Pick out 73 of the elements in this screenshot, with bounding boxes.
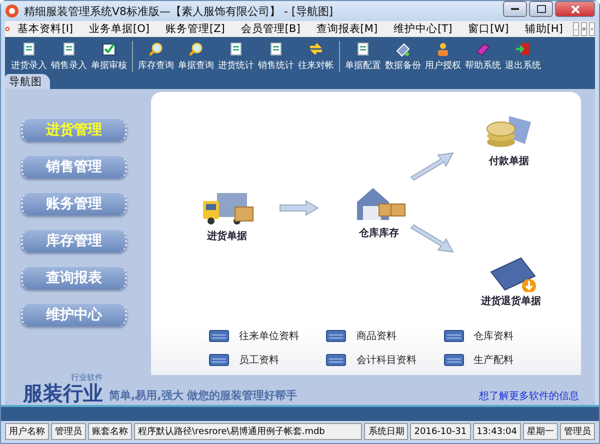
toolbar-button[interactable]: 退出系统	[503, 41, 543, 72]
menu-item[interactable]: 维护中心[T]	[386, 22, 460, 36]
table-icon[interactable]	[326, 330, 346, 342]
navigation-tab[interactable]: 导航图	[5, 74, 50, 89]
menu-item[interactable]: 账务管理[Z]	[158, 22, 233, 36]
menu-item[interactable]: 业务单据[O]	[81, 22, 158, 36]
app-logo-icon	[5, 4, 19, 18]
toolbar-button[interactable]: 单据审核	[89, 41, 129, 72]
toolbar-button[interactable]: 库存查询	[136, 41, 176, 72]
doc-icon	[355, 41, 371, 57]
doc-icon	[228, 41, 244, 57]
search-icon	[188, 41, 204, 57]
maximize-icon	[536, 5, 546, 13]
toolbar-button[interactable]: 数据备份	[383, 41, 423, 72]
info-link[interactable]: 想了解更多软件的信息	[479, 389, 579, 403]
link[interactable]: 商品资料	[356, 329, 396, 343]
link[interactable]: 生产配料	[474, 353, 514, 367]
menu-item[interactable]: 查询报表[M]	[308, 22, 386, 36]
arrow-icon	[279, 200, 319, 216]
diagram-label[interactable]: 进货单据	[207, 229, 247, 243]
status-cell: 账套名称	[88, 423, 132, 440]
toolbar-button[interactable]: 销售统计	[256, 41, 296, 72]
doc-icon	[21, 41, 37, 57]
swap-icon	[308, 41, 324, 57]
toolbar-button[interactable]: 单据查询	[176, 41, 216, 72]
toolbar-button[interactable]: 进货录入	[9, 41, 49, 72]
toolbar-button[interactable]: 用户授权	[423, 41, 463, 72]
status-cell: 程序默认路径\resrore\易博通用例子帐套.mdb	[134, 423, 362, 440]
toolbar-button[interactable]: 单据配置	[343, 41, 383, 72]
toolbar-button[interactable]: 销售录入	[49, 41, 89, 72]
close-icon	[570, 4, 580, 14]
table-icon[interactable]	[209, 330, 229, 342]
user-icon	[435, 41, 451, 57]
minimize-button[interactable]	[503, 1, 527, 17]
menu-item[interactable]: 窗口[W]	[460, 22, 517, 36]
diagram-label[interactable]: 进货退货单据	[481, 294, 541, 308]
status-cell: 管理员	[560, 423, 595, 440]
status-cell: 13:43:04	[472, 423, 521, 440]
window-title: 精细服装管理系统V8标准版—【素人服饰有限公司】 - [导航图]	[24, 4, 334, 18]
diagram-label[interactable]: 仓库库存	[359, 226, 399, 240]
link[interactable]: 仓库资料	[474, 329, 514, 343]
diagram-label[interactable]: 付款单据	[489, 154, 529, 168]
table-icon[interactable]	[326, 354, 346, 366]
brand-subtitle: 行业软件	[71, 372, 103, 383]
brand-title: 服装行业	[23, 383, 103, 403]
link[interactable]: 员工资料	[239, 353, 279, 367]
maximize-button[interactable]	[529, 1, 553, 17]
menu-item[interactable]: 基本资料[I]	[10, 22, 82, 36]
link[interactable]: 会计科目资料	[356, 353, 416, 367]
status-cell: 2016-10-31	[410, 423, 471, 440]
doc-icon	[268, 41, 284, 57]
table-icon[interactable]	[444, 330, 464, 342]
menu-item[interactable]: 辅助[H]	[516, 22, 571, 36]
close-button[interactable]	[555, 1, 595, 17]
link[interactable]: 往来单位资料	[239, 329, 299, 343]
slogan: 简单,易用,强大 做您的服装管理好帮手	[109, 388, 298, 403]
toolbar-button[interactable]: 进货统计	[216, 41, 256, 72]
doc-icon	[61, 41, 77, 57]
minimize-icon	[511, 8, 519, 10]
restore-icon[interactable]	[580, 22, 587, 36]
menu-item[interactable]: 会员管理[B]	[232, 22, 308, 36]
status-cell: 用户名称	[5, 423, 49, 440]
table-icon[interactable]	[209, 354, 229, 366]
close-icon[interactable]	[588, 22, 595, 36]
status-cell: 管理员	[51, 423, 86, 440]
check-icon	[101, 41, 117, 57]
toolbar-button[interactable]: 往来对帐	[296, 41, 336, 72]
search-icon	[148, 41, 164, 57]
exit-icon	[515, 41, 531, 57]
status-cell: 系统日期	[364, 423, 408, 440]
table-icon[interactable]	[444, 354, 464, 366]
status-cell: 星期一	[523, 423, 558, 440]
toolbar-button[interactable]: 帮助系统	[463, 41, 503, 72]
